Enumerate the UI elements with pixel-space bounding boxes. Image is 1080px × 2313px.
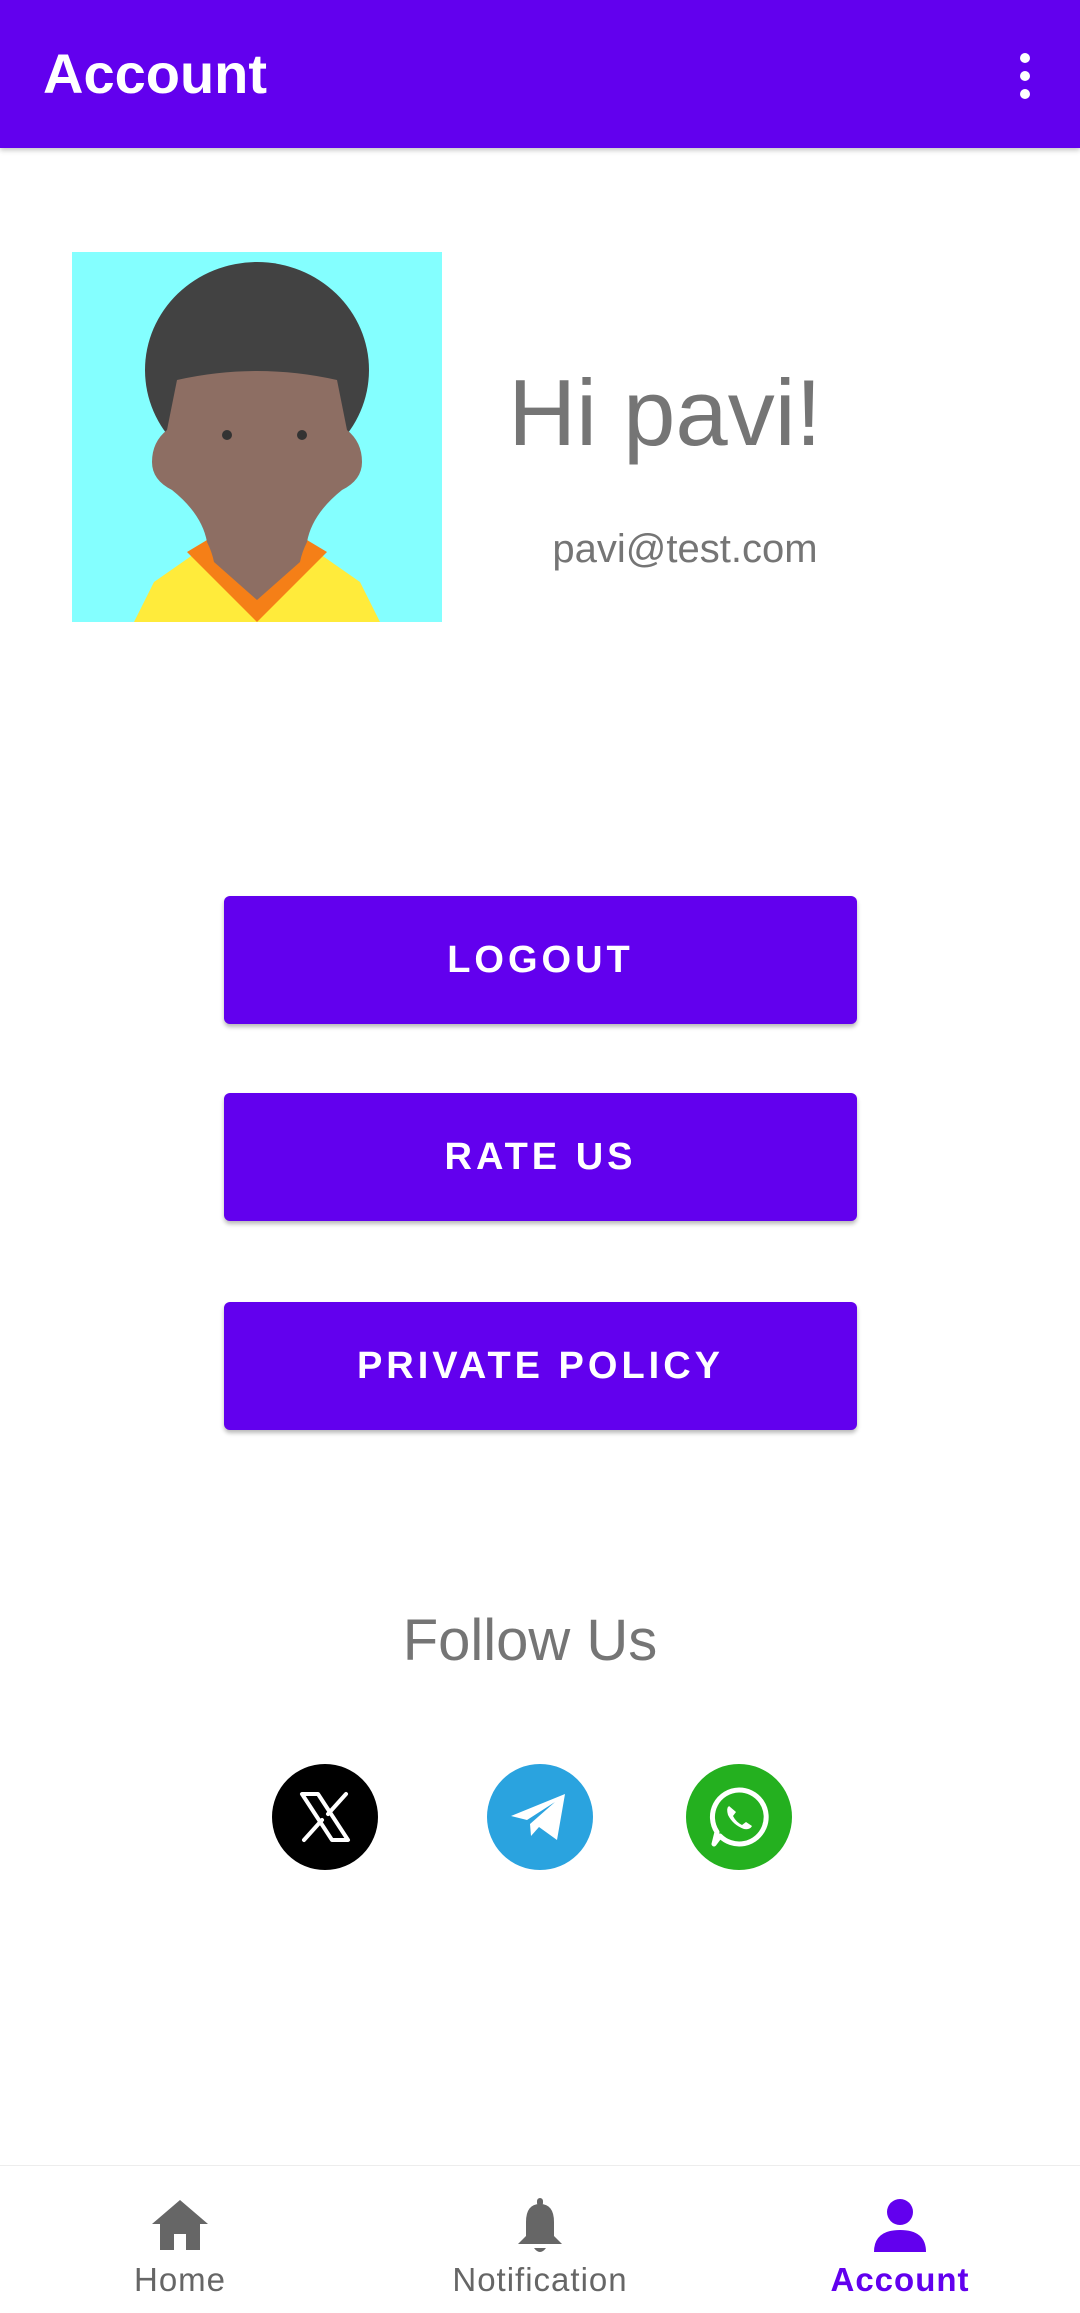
bottom-navigation: Home Notification Account	[0, 2165, 1080, 2313]
app-bar: Account	[0, 0, 1080, 148]
nav-label-notification: Notification	[452, 2261, 628, 2298]
whatsapp-icon[interactable]	[686, 1764, 792, 1870]
more-vert-icon[interactable]	[1000, 44, 1050, 108]
telegram-icon[interactable]	[487, 1764, 593, 1870]
nav-item-account[interactable]: Account	[720, 2166, 1080, 2313]
nav-item-notification[interactable]: Notification	[360, 2166, 720, 2313]
rate-us-button[interactable]: RATE US	[224, 1093, 857, 1221]
home-icon	[148, 2194, 212, 2258]
follow-us-heading: Follow Us	[402, 1608, 658, 1673]
greeting-text: Hi pavi!	[508, 360, 822, 465]
nav-label-home: Home	[133, 2261, 227, 2298]
nav-label-account: Account	[830, 2261, 970, 2298]
logout-button[interactable]: LOGOUT	[224, 896, 857, 1024]
email-text: pavi@test.com	[552, 527, 818, 571]
nav-item-home[interactable]: Home	[0, 2166, 360, 2313]
x-twitter-icon[interactable]	[272, 1764, 378, 1870]
page-title: Account	[43, 42, 267, 105]
bell-icon	[508, 2194, 572, 2258]
avatar	[72, 252, 442, 622]
private-policy-button[interactable]: PRIVATE POLICY	[224, 1302, 857, 1430]
person-icon	[868, 2194, 932, 2258]
